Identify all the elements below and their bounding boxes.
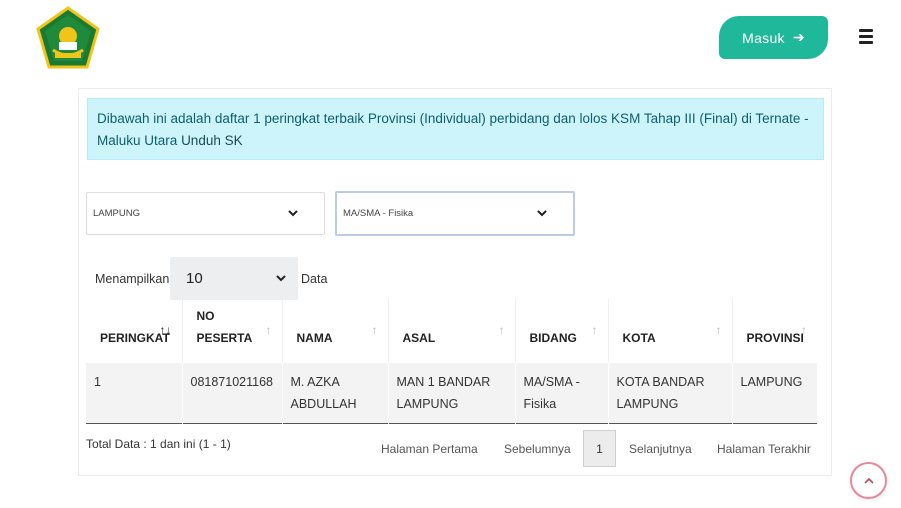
column-label: NAMA — [296, 331, 333, 345]
hamburger-line — [859, 29, 873, 32]
column-header-peringkat[interactable]: PERINGKAT ↑↓ — [86, 299, 183, 363]
hamburger-menu-icon[interactable] — [859, 29, 873, 44]
site-header: Masuk ➔ — [0, 0, 901, 77]
page-length-value: 10 — [186, 270, 203, 287]
total-data-text: Total Data : 1 dan ini (1 - 1) — [86, 437, 231, 451]
sort-icon: ↑ — [715, 323, 722, 337]
page-length-select[interactable]: 10 — [170, 257, 298, 300]
sort-icon: ↑ — [591, 323, 598, 337]
cell-peringkat: 1 — [86, 363, 183, 423]
cell-kota: KOTA BANDAR LAMPUNG — [608, 363, 733, 423]
chevron-up-icon — [863, 477, 874, 484]
chevron-down-icon — [276, 275, 286, 282]
bidang-select[interactable]: MA/SMA - Fisika — [335, 191, 575, 236]
sort-icon: ↑ — [498, 323, 505, 337]
sort-icon: ↑ — [265, 323, 272, 337]
results-table: PERINGKAT ↑↓ NO PESERTA ↑ NAMA ↑ ASAL ↑ BIDA… — [86, 299, 817, 424]
cell-provinsi: LAMPUNG — [732, 363, 817, 423]
chevron-down-icon — [288, 210, 298, 217]
chevron-down-icon — [537, 210, 547, 217]
column-header-bidang[interactable]: BIDANG ↑ — [515, 299, 609, 363]
column-label: BIDANG — [529, 331, 577, 345]
column-header-provinsi[interactable]: PROVINSI ↑ — [732, 299, 817, 363]
pagination-next[interactable]: Selanjutnya — [629, 430, 692, 467]
download-sk-link[interactable]: Unduh SK — [181, 133, 243, 148]
login-button-label: Masuk — [742, 29, 785, 46]
column-label: ASAL — [402, 331, 436, 345]
cell-asal: MAN 1 BANDAR LAMPUNG — [388, 363, 516, 423]
pagination-prev[interactable]: Sebelumnya — [504, 430, 571, 467]
info-alert: Dibawah ini adalah daftar 1 peringkat te… — [87, 98, 824, 160]
sort-icon: ↑ — [801, 323, 807, 337]
cell-no-peserta: 081871021168 — [182, 363, 283, 423]
bidang-select-value: MA/SMA - Fisika — [343, 208, 414, 219]
length-prefix-label: Menampilkan — [95, 272, 170, 286]
arrow-right-icon: ➔ — [792, 29, 805, 45]
cell-nama: M. AZKA ABDULLAH — [282, 363, 389, 423]
hamburger-line — [859, 41, 873, 44]
pagination-first[interactable]: Halaman Pertama — [381, 430, 478, 467]
cell-bidang: MA/SMA - Fisika — [515, 363, 609, 423]
scroll-to-top-button[interactable] — [850, 462, 887, 499]
table-header-row: PERINGKAT ↑↓ NO PESERTA ↑ NAMA ↑ ASAL ↑ BIDA… — [86, 299, 817, 363]
column-label: PROVINSI — [746, 331, 804, 345]
table-row: 1 081871021168 M. AZKA ABDULLAH MAN 1 BA… — [86, 363, 817, 423]
kemenag-logo-icon[interactable] — [35, 6, 101, 70]
column-label: KOTA — [622, 331, 656, 345]
column-label: NO PESERTA — [196, 309, 253, 345]
main-content: Dibawah ini adalah daftar 1 peringkat te… — [0, 77, 901, 508]
sort-icon: ↑ — [371, 323, 378, 337]
provinsi-select-value: LAMPUNG — [93, 208, 140, 219]
results-card: Dibawah ini adalah daftar 1 peringkat te… — [78, 88, 832, 476]
column-header-asal[interactable]: ASAL ↑ — [388, 299, 516, 363]
column-header-no-peserta[interactable]: NO PESERTA ↑ — [182, 299, 283, 363]
provinsi-select[interactable]: LAMPUNG — [86, 192, 325, 235]
column-header-kota[interactable]: KOTA ↑ — [608, 299, 733, 363]
hamburger-line — [859, 35, 873, 38]
login-button[interactable]: Masuk ➔ — [719, 16, 828, 59]
pagination-last[interactable]: Halaman Terakhir — [717, 430, 811, 467]
sort-icon: ↑↓ — [159, 323, 172, 337]
column-header-nama[interactable]: NAMA ↑ — [282, 299, 389, 363]
length-suffix-label: Data — [301, 272, 328, 286]
pagination-page-1[interactable]: 1 — [583, 430, 616, 467]
